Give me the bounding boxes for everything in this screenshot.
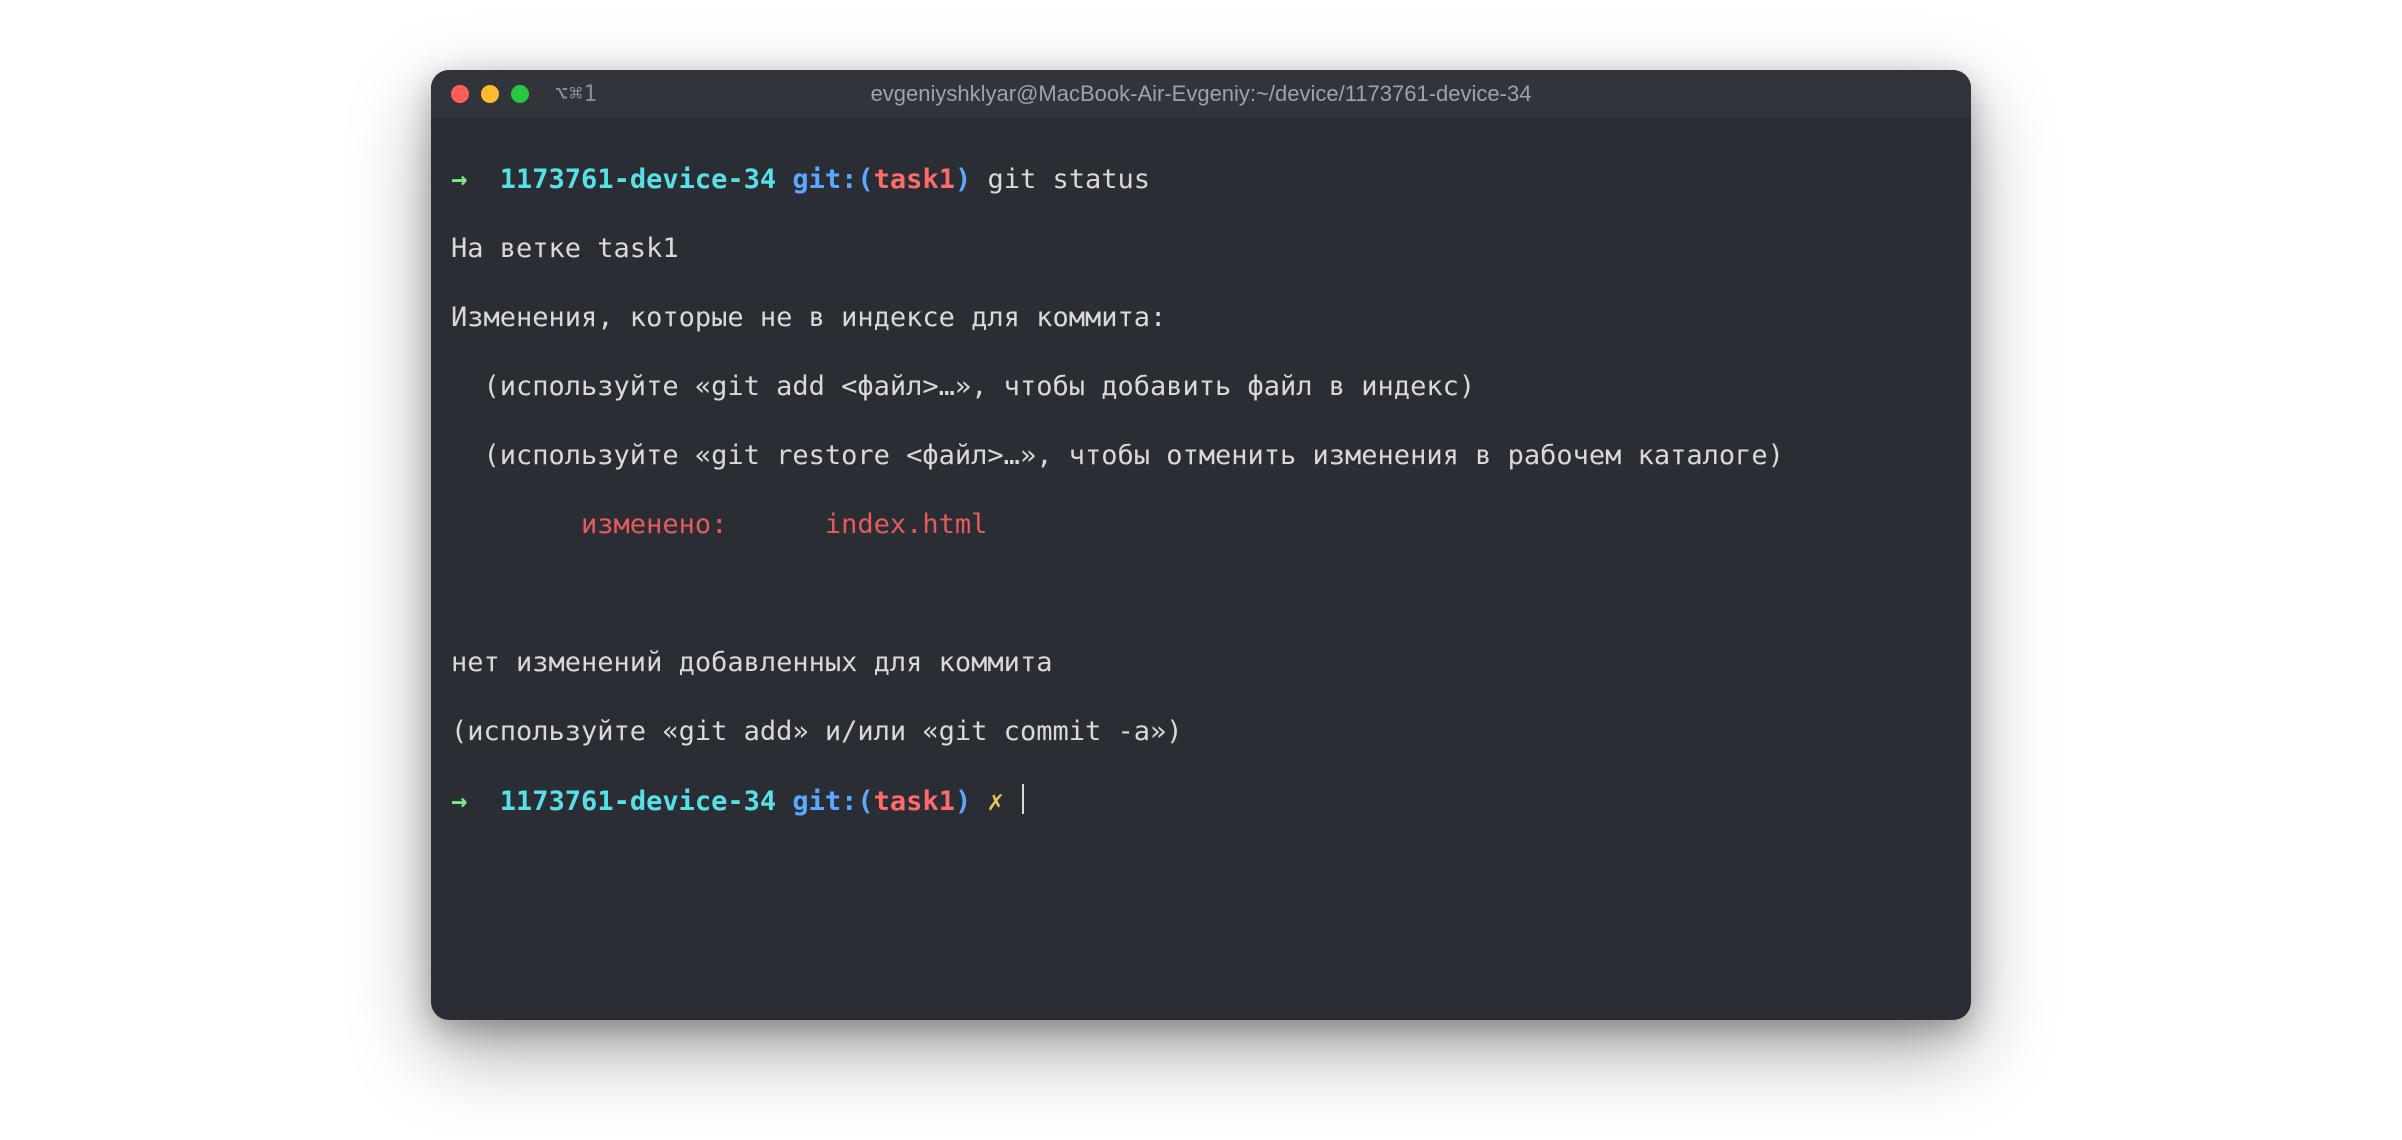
prompt-dir: 1173761-device-34: [500, 786, 776, 817]
output-line: На ветке task1: [451, 232, 1951, 267]
close-icon[interactable]: [451, 85, 469, 103]
prompt-line-2: → 1173761-device-34 git:(task1) ✗: [451, 784, 1951, 820]
modified-file: index.html: [825, 509, 988, 540]
git-label: git:(: [792, 164, 873, 195]
cursor-icon: [1022, 784, 1024, 814]
prompt-arrow-icon: →: [451, 164, 467, 195]
git-label: git:(: [792, 786, 873, 817]
terminal-window: ⌥⌘1 evgeniyshklyar@MacBook-Air-Evgeniy:~…: [431, 70, 1971, 1020]
git-close: ): [955, 164, 971, 195]
output-line: Изменения, которые не в индексе для комм…: [451, 301, 1951, 336]
output-line: (используйте «git add <файл>…», чтобы до…: [451, 370, 1951, 405]
title-bar: ⌥⌘1 evgeniyshklyar@MacBook-Air-Evgeniy:~…: [431, 70, 1971, 118]
dirty-icon: ✗: [987, 786, 1003, 817]
blank-line: [451, 577, 1951, 612]
output-line: нет изменений добавленных для коммита: [451, 646, 1951, 681]
prompt-arrow-icon: →: [451, 786, 467, 817]
git-close: ): [955, 786, 971, 817]
modified-file-line: изменено: index.html: [451, 508, 1951, 543]
window-title: evgeniyshklyar@MacBook-Air-Evgeniy:~/dev…: [431, 81, 1971, 107]
git-branch: task1: [874, 786, 955, 817]
command-text: git status: [987, 164, 1150, 195]
modified-label: изменено:: [451, 509, 825, 540]
zoom-icon[interactable]: [511, 85, 529, 103]
terminal-body[interactable]: → 1173761-device-34 git:(task1) git stat…: [431, 118, 1971, 1020]
minimize-icon[interactable]: [481, 85, 499, 103]
output-line: (используйте «git restore <файл>…», чтоб…: [451, 439, 1951, 474]
output-line: (используйте «git add» и/или «git commit…: [451, 715, 1951, 750]
hotkey-hint: ⌥⌘1: [555, 82, 598, 107]
prompt-line-1: → 1173761-device-34 git:(task1) git stat…: [451, 163, 1951, 198]
traffic-lights: [451, 85, 529, 103]
prompt-dir: 1173761-device-34: [500, 164, 776, 195]
git-branch: task1: [874, 164, 955, 195]
